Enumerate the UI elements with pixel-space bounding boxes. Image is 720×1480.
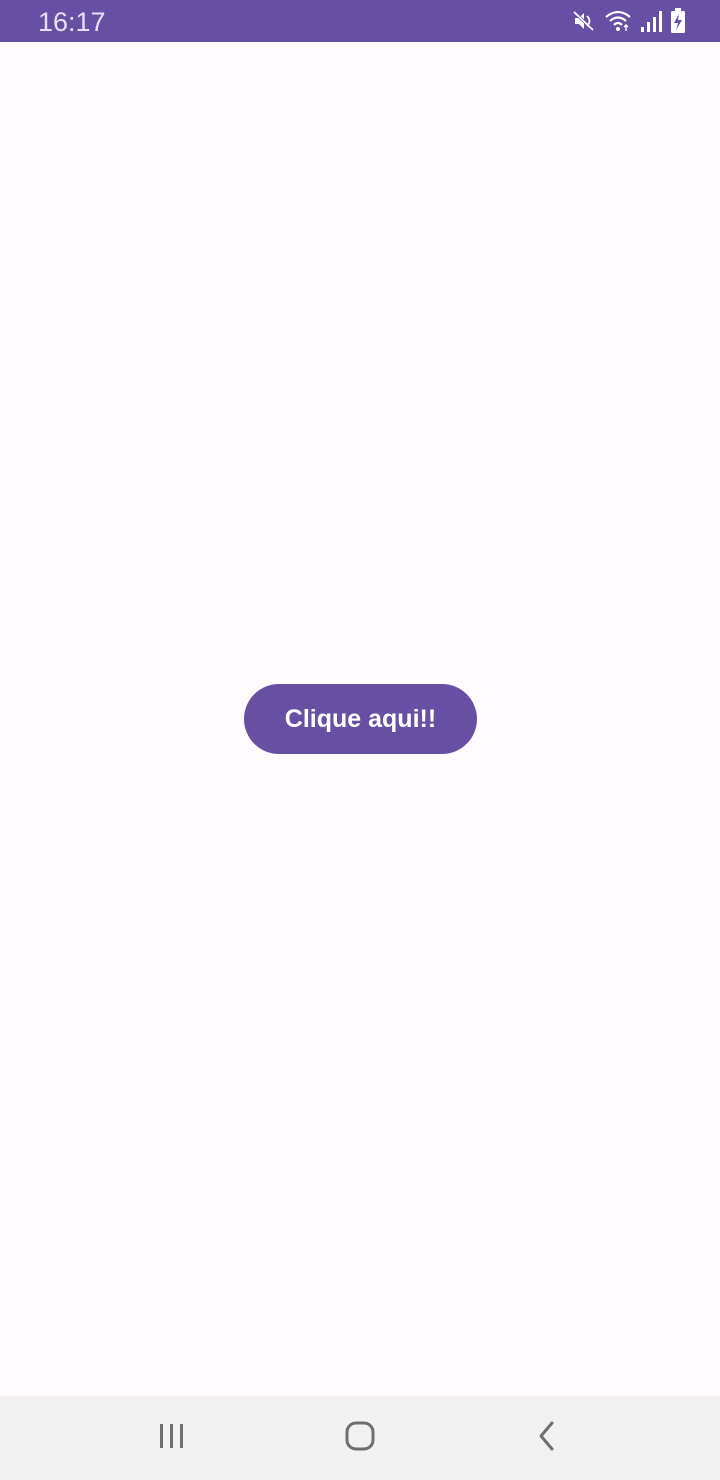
battery-charging-icon [670, 8, 686, 34]
status-icons [572, 8, 686, 34]
main-content: Clique aqui!! [0, 42, 720, 1396]
home-icon [344, 1420, 376, 1457]
status-bar: 16:17 [0, 0, 720, 42]
click-here-button[interactable]: Clique aqui!! [244, 684, 477, 754]
wifi-icon [604, 9, 632, 33]
recent-apps-button[interactable] [142, 1418, 202, 1458]
navigation-bar [0, 1396, 720, 1480]
signal-icon [640, 9, 662, 33]
back-icon [535, 1420, 559, 1457]
mute-icon [572, 9, 596, 33]
status-time: 16:17 [38, 7, 106, 37]
app-screen: 16:17 Clique aqui!! [0, 0, 720, 1480]
back-button[interactable] [517, 1418, 577, 1458]
recent-apps-icon [157, 1422, 187, 1455]
home-button[interactable] [330, 1418, 390, 1458]
